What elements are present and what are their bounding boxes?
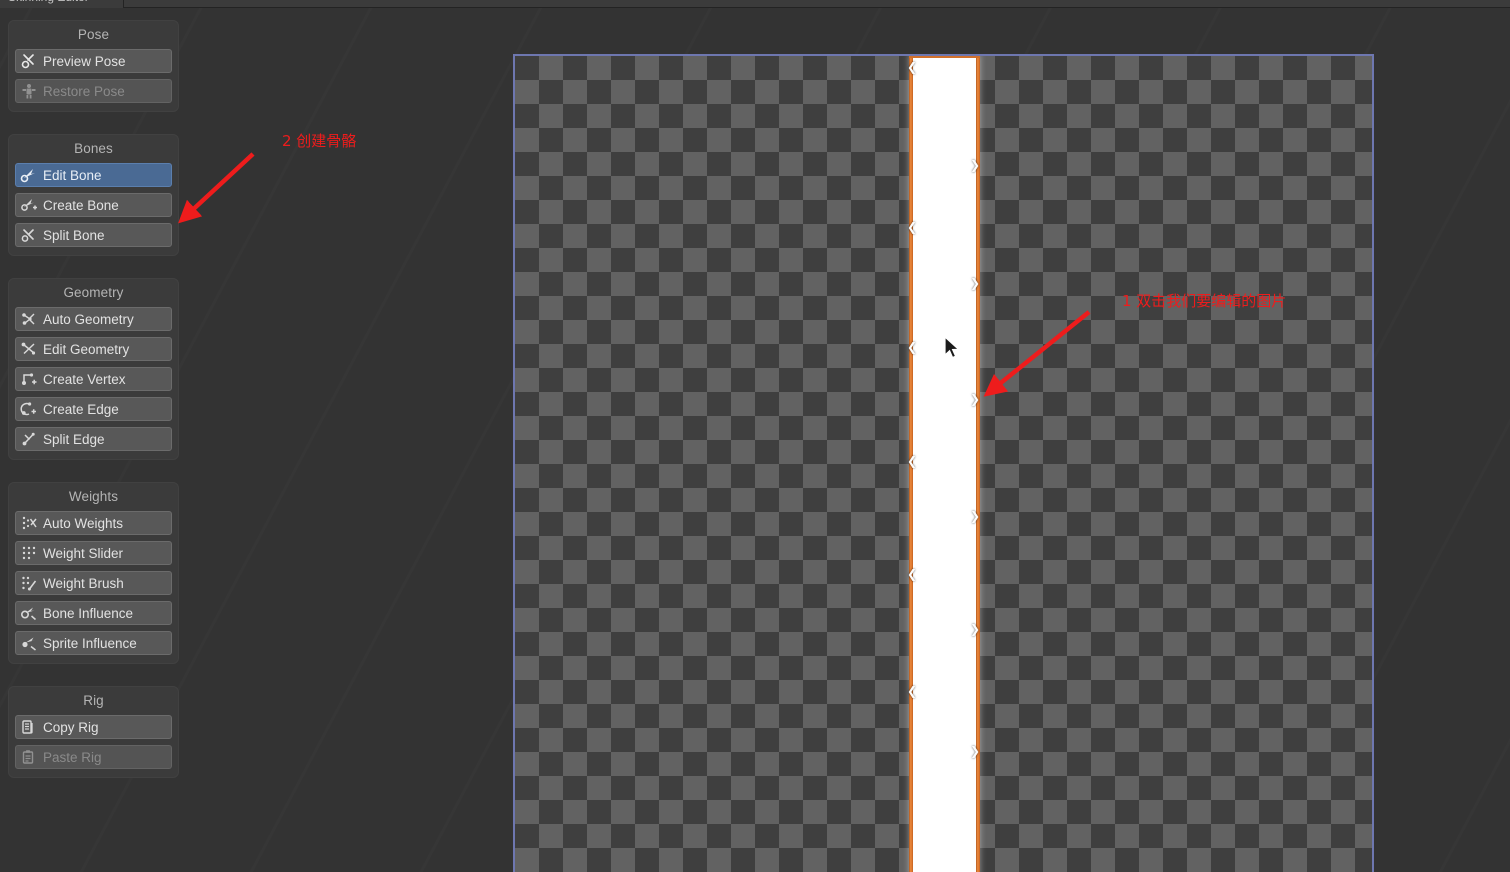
edit-geometry-icon [21, 342, 36, 355]
button-paste-rig[interactable]: Paste Rig [15, 745, 172, 769]
button-label: Auto Geometry [43, 311, 134, 327]
panel-rig: Rig Copy Rig Paste Rig [8, 686, 179, 778]
panel-pose: Pose Preview Pose Restore Pose [8, 20, 179, 112]
geometry-handle[interactable]: ❮ [907, 341, 917, 353]
bone-edit-icon [20, 169, 35, 183]
geometry-handle[interactable]: ❮ [907, 221, 917, 233]
bone-influence-icon [20, 607, 36, 621]
panel-title-rig: Rig [83, 693, 104, 708]
button-split-edge[interactable]: Split Edge [15, 427, 172, 451]
geometry-handle[interactable]: ❮ [907, 685, 917, 697]
button-label: Bone Influence [43, 605, 134, 621]
auto-weights-icon [22, 516, 37, 530]
button-label: Create Vertex [43, 371, 126, 387]
mouse-cursor [944, 336, 961, 359]
bone-split-icon [21, 229, 34, 242]
bone-create-icon [21, 199, 37, 211]
button-edit-bone[interactable]: Edit Bone [15, 163, 172, 187]
split-edge-icon [22, 432, 35, 446]
button-auto-geometry[interactable]: Auto Geometry [15, 307, 172, 331]
button-restore-pose[interactable]: Restore Pose [15, 79, 172, 103]
button-label: Split Bone [43, 227, 105, 243]
button-create-bone[interactable]: Create Bone [15, 193, 172, 217]
bone-preview-icon [21, 54, 34, 69]
copy-rig-icon [22, 720, 33, 734]
button-label: Edit Geometry [43, 341, 130, 357]
button-create-vertex[interactable]: Create Vertex [15, 367, 172, 391]
button-weight-slider[interactable]: Weight Slider [15, 541, 172, 565]
weight-brush-icon [22, 576, 37, 591]
button-label: Preview Pose [43, 53, 126, 69]
button-label: Paste Rig [43, 749, 102, 765]
button-edit-geometry[interactable]: Edit Geometry [15, 337, 172, 361]
geometry-handle[interactable]: ❯ [970, 510, 980, 522]
button-label: Create Bone [43, 197, 119, 213]
geometry-handle[interactable]: ❯ [970, 393, 980, 405]
sprite-canvas-viewport[interactable]: ❮ ❯ ❮ ❯ ❮ ❯ ❮ ❯ ❮ ❯ ❮ ❯ [513, 54, 1374, 872]
geometry-handle[interactable]: ❮ [907, 568, 917, 580]
arrow-to-create-bone [178, 152, 255, 224]
create-vertex-icon [22, 373, 37, 385]
panel-title-geometry: Geometry [63, 285, 124, 300]
button-label: Copy Rig [43, 719, 99, 735]
button-auto-weights[interactable]: Auto Weights [15, 511, 172, 535]
create-edge-icon [20, 402, 36, 416]
paste-rig-icon [22, 750, 34, 764]
button-label: Sprite Influence [43, 635, 137, 651]
sprite-influence-icon [22, 637, 36, 651]
button-label: Weight Brush [43, 575, 124, 591]
tab-skinning-editor[interactable]: Skinning Editor [0, 0, 124, 8]
panel-geometry: Geometry Auto Geometry Edit Geometry Cre… [8, 278, 179, 460]
geometry-handle[interactable]: ❯ [970, 159, 980, 171]
annotation-create-bone-text: 2 创建骨骼 [282, 132, 357, 150]
panel-title-bones: Bones [74, 141, 113, 156]
panel-weights: Weights Auto Weights Weight Slider Weigh… [8, 482, 179, 664]
skinning-editor-window: Skinning Editor Pose Preview Pose R [0, 0, 1510, 872]
button-sprite-influence[interactable]: Sprite Influence [15, 631, 172, 655]
sprite-strip[interactable] [911, 56, 978, 872]
button-label: Create Edge [43, 401, 119, 417]
button-label: Edit Bone [43, 167, 102, 183]
geometry-handle[interactable]: ❮ [907, 61, 917, 73]
button-label: Restore Pose [43, 83, 125, 99]
panel-title-weights: Weights [68, 489, 119, 504]
button-preview-pose[interactable]: Preview Pose [15, 49, 172, 73]
button-label: Split Edge [43, 431, 105, 447]
panel-title-pose: Pose [77, 27, 110, 42]
geometry-handle[interactable]: ❯ [970, 745, 980, 757]
button-weight-brush[interactable]: Weight Brush [15, 571, 172, 595]
selection-outline-top [909, 56, 980, 58]
button-label: Weight Slider [43, 545, 124, 561]
button-bone-influence[interactable]: Bone Influence [15, 601, 172, 625]
button-create-edge[interactable]: Create Edge [15, 397, 172, 421]
button-copy-rig[interactable]: Copy Rig [15, 715, 172, 739]
figure-restore-icon [22, 84, 36, 99]
auto-geometry-icon [22, 313, 35, 325]
geometry-handle[interactable]: ❮ [907, 455, 917, 467]
geometry-handle[interactable]: ❯ [970, 623, 980, 635]
annotation-double-click-text: 1 双击我们要编辑的图片 [1122, 292, 1287, 310]
tab-bar: Skinning Editor [0, 0, 1510, 8]
panel-bones: Bones Edit Bone Create Bone Split Bone [8, 134, 179, 256]
weight-slider-icon [22, 546, 36, 560]
button-label: Auto Weights [43, 515, 124, 531]
button-split-bone[interactable]: Split Bone [15, 223, 172, 247]
geometry-handle[interactable]: ❯ [970, 277, 980, 289]
